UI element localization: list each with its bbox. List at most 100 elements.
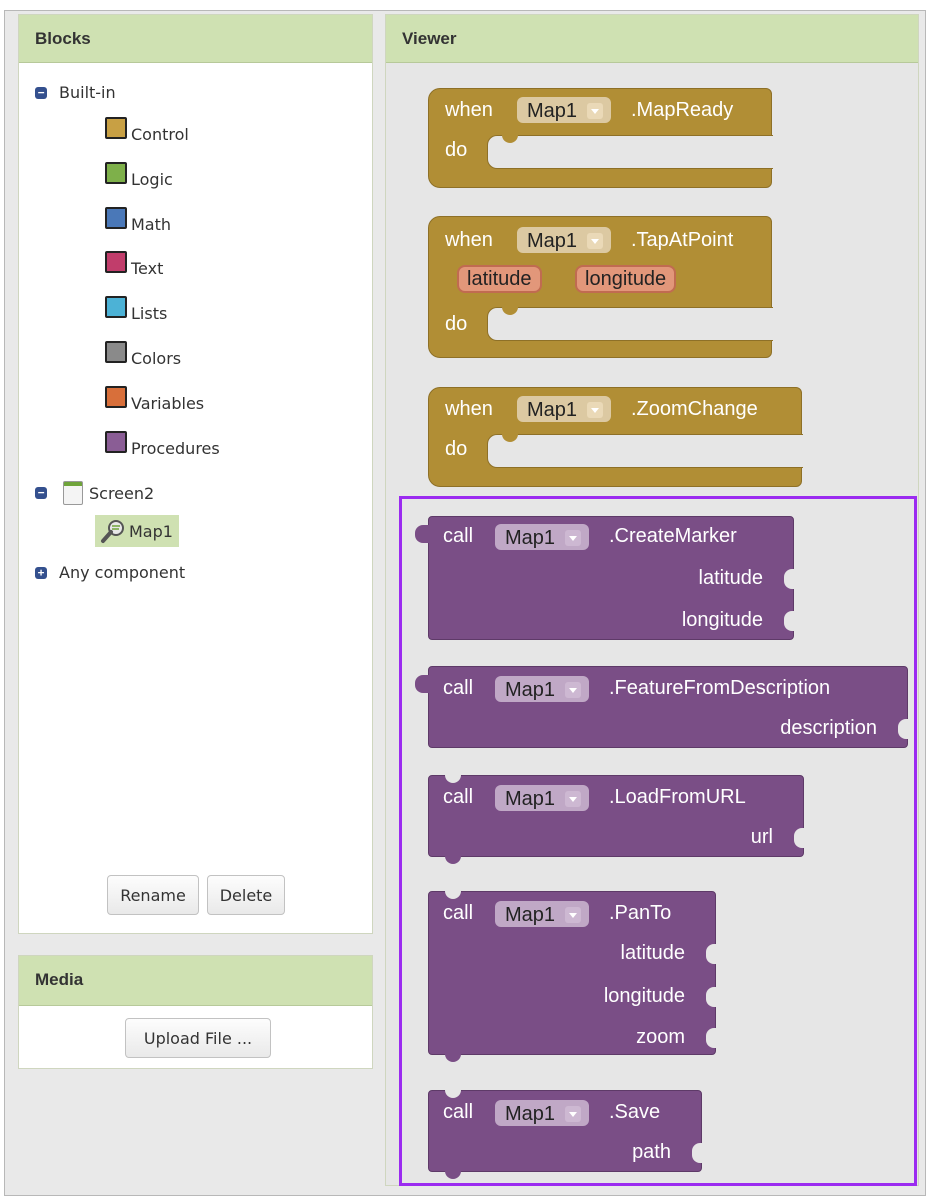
do-statement-slot[interactable] — [487, 307, 773, 341]
component-dropdown-label: Map1 — [505, 1102, 556, 1125]
do-statement-slot[interactable] — [487, 434, 803, 468]
category-logic[interactable]: Logic — [105, 162, 173, 190]
tree-item-label: Screen2 — [89, 483, 155, 503]
tree-item-any-component[interactable]: + Any component — [35, 563, 185, 582]
arg-socket[interactable] — [692, 1143, 702, 1163]
math-color-icon — [105, 207, 127, 229]
call-block-panto[interactable]: call Map1 .PanTo latitude longitude zoom — [428, 891, 716, 1062]
method-name: .LoadFromURL — [609, 786, 746, 808]
map1-selected-row[interactable]: Map1 — [95, 515, 179, 547]
viewer-title: Viewer — [386, 15, 918, 63]
event-name: .ZoomChange — [631, 398, 758, 420]
component-dropdown-label: Map1 — [527, 229, 578, 252]
collapse-icon[interactable]: − — [35, 86, 47, 99]
category-math[interactable]: Math — [105, 207, 171, 235]
tree-item-built-in[interactable]: − Built-in — [35, 83, 116, 102]
call-block-createmarker[interactable]: call Map1 .CreateMarker latitude longitu… — [415, 516, 794, 640]
arg-label: latitude — [620, 942, 686, 964]
dropdown-arrow-icon — [587, 103, 604, 119]
component-dropdown[interactable]: Map1 — [495, 901, 590, 927]
arg-socket[interactable] — [706, 1028, 716, 1048]
when-keyword: when — [445, 99, 493, 121]
text-color-icon — [105, 251, 127, 273]
tree-item-label: Map1 — [129, 521, 173, 541]
arg-label: zoom — [636, 1026, 685, 1048]
tree-item-screen2[interactable]: − Screen2 — [35, 481, 154, 505]
delete-button[interactable]: Delete — [207, 875, 285, 915]
call-block-loadfromurl[interactable]: call Map1 .LoadFromURL url — [428, 775, 804, 864]
call-keyword: call — [443, 677, 474, 699]
arg-label: path — [632, 1141, 671, 1163]
category-label: Control — [131, 124, 189, 144]
dropdown-arrow-icon — [565, 1106, 582, 1122]
param-latitude[interactable]: latitude — [457, 265, 542, 293]
do-keyword: do — [445, 438, 468, 460]
arg-socket[interactable] — [784, 611, 794, 631]
media-panel-title: Media — [19, 956, 372, 1006]
component-dropdown-label: Map1 — [527, 398, 578, 421]
call-keyword: call — [443, 786, 474, 808]
category-label: Logic — [131, 169, 173, 189]
category-colors[interactable]: Colors — [105, 341, 181, 369]
when-keyword: when — [445, 398, 493, 420]
collapse-icon[interactable]: − — [35, 487, 47, 499]
map-magnifier-icon — [101, 520, 124, 543]
category-lists[interactable]: Lists — [105, 296, 168, 324]
rename-button[interactable]: Rename — [107, 875, 199, 915]
category-label: Lists — [131, 303, 168, 323]
component-dropdown[interactable]: Map1 — [495, 524, 590, 550]
procedures-color-icon — [105, 431, 127, 453]
category-label: Variables — [131, 393, 205, 413]
lists-color-icon — [105, 296, 127, 318]
tree-item-map1[interactable]: Map1 — [95, 515, 179, 547]
component-dropdown-label: Map1 — [505, 678, 556, 701]
screen-icon — [63, 481, 83, 505]
arg-socket[interactable] — [784, 569, 794, 589]
component-dropdown[interactable]: Map1 — [517, 396, 612, 422]
variables-color-icon — [105, 386, 127, 408]
component-dropdown-label: Map1 — [505, 903, 556, 926]
category-label: Text — [131, 258, 164, 278]
tree-item-label: Built-in — [59, 83, 116, 102]
event-block-tapatpoint[interactable]: when Map1 .TapAtPoint latitude longitude… — [428, 216, 773, 358]
media-panel: Media Upload File ... — [18, 955, 373, 1069]
component-dropdown[interactable]: Map1 — [495, 676, 590, 702]
arg-label: description — [780, 717, 877, 739]
call-block-save[interactable]: call Map1 .Save path — [428, 1090, 702, 1179]
call-keyword: call — [443, 902, 474, 924]
arg-socket[interactable] — [706, 944, 716, 964]
arg-socket[interactable] — [794, 828, 804, 848]
dropdown-arrow-icon — [565, 530, 582, 546]
arg-label: longitude — [681, 609, 763, 631]
category-text[interactable]: Text — [105, 251, 164, 279]
category-label: Procedures — [131, 438, 220, 458]
dropdown-arrow-icon — [565, 907, 582, 923]
blocks-panel: Blocks − Built-in Control Logic Math Tex… — [18, 14, 373, 934]
expand-icon[interactable]: + — [35, 566, 47, 579]
category-control[interactable]: Control — [105, 117, 189, 145]
component-dropdown[interactable]: Map1 — [517, 227, 612, 253]
component-dropdown[interactable]: Map1 — [495, 1100, 590, 1126]
event-block-zoomchange[interactable]: when Map1 .ZoomChange do — [428, 387, 803, 487]
event-name: .TapAtPoint — [631, 229, 734, 251]
arg-socket[interactable] — [898, 719, 908, 739]
component-dropdown[interactable]: Map1 — [495, 785, 590, 811]
method-name: .FeatureFromDescription — [609, 677, 831, 699]
arg-socket[interactable] — [706, 987, 716, 1007]
call-keyword: call — [443, 525, 474, 547]
event-name: .MapReady — [631, 99, 734, 121]
category-procedures[interactable]: Procedures — [105, 431, 220, 459]
param-longitude[interactable]: longitude — [575, 265, 677, 293]
call-block-featurefromdescription[interactable]: call Map1 .FeatureFromDescription descri… — [415, 666, 908, 748]
category-variables[interactable]: Variables — [105, 386, 205, 414]
dropdown-arrow-icon — [565, 791, 582, 807]
blocks-panel-title: Blocks — [19, 15, 372, 63]
dropdown-arrow-icon — [587, 233, 604, 249]
component-dropdown[interactable]: Map1 — [517, 97, 612, 123]
method-name: .CreateMarker — [609, 525, 737, 547]
arg-label: latitude — [698, 567, 764, 589]
do-keyword: do — [445, 139, 468, 161]
event-block-mapready[interactable]: when Map1 .MapReady do — [428, 88, 773, 188]
do-statement-slot[interactable] — [487, 135, 773, 169]
upload-file-button[interactable]: Upload File ... — [125, 1018, 271, 1058]
